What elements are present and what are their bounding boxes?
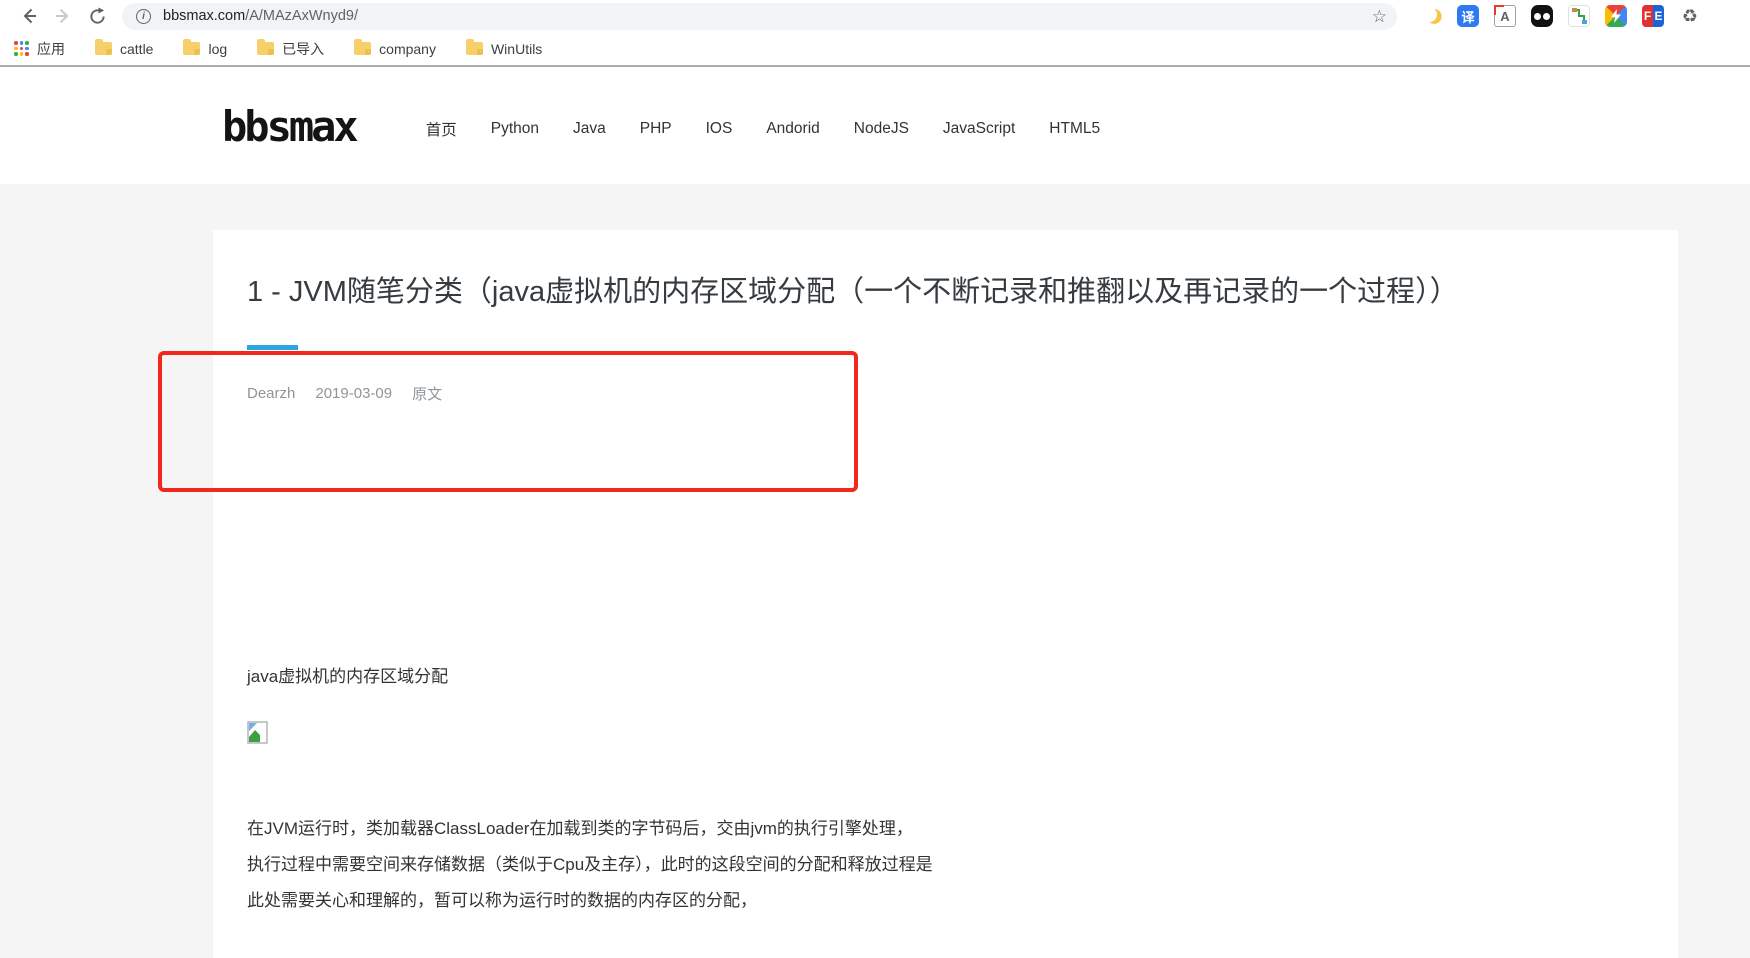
- extension-row: 译 A F E ♻: [1418, 0, 1750, 32]
- bolt-icon: [1610, 9, 1622, 23]
- folder-icon: [466, 42, 483, 55]
- article-card: 1 - JVM随笔分类（java虚拟机的内存区域分配（一个不断记录和推翻以及再记…: [213, 230, 1678, 958]
- bookmark-star-icon[interactable]: ☆: [1372, 8, 1387, 25]
- recycle-extension-icon[interactable]: ♻: [1679, 5, 1701, 27]
- folder-icon: [95, 42, 112, 55]
- page-background: 1 - JVM随笔分类（java虚拟机的内存区域分配（一个不断记录和推翻以及再记…: [0, 184, 1750, 958]
- nav-item-home[interactable]: 首页: [426, 118, 457, 140]
- article-paragraph: 在JVM运行时，类加载器ClassLoader在加载到类的字节码后，交由jvm的…: [247, 811, 1638, 919]
- browser-toolbar: i bbsmax.com/A/MAzAxWnyd9/ ☆ 译 A: [0, 0, 1750, 32]
- back-arrow-icon: [19, 6, 39, 26]
- fe-left-letter: F: [1642, 5, 1653, 27]
- folder-icon: [354, 42, 371, 55]
- url-text[interactable]: bbsmax.com/A/MAzAxWnyd9/: [163, 8, 1372, 24]
- bookmark-folder-label: 已导入: [282, 39, 324, 59]
- nav-item-php[interactable]: PHP: [640, 120, 672, 138]
- page-info-icon[interactable]: i: [136, 9, 151, 24]
- moon-icon: [1420, 5, 1438, 23]
- site-logo[interactable]: bbsmax: [222, 102, 356, 151]
- reload-icon: [88, 7, 107, 26]
- bookmark-folder-winutils[interactable]: WinUtils: [466, 41, 542, 57]
- clipped-extension-icon[interactable]: [1716, 5, 1727, 27]
- paragraph-line: 执行过程中需要空间来存储数据（类似于Cpu及主存），此时的这段空间的分配和释放过…: [247, 847, 1638, 883]
- bookmark-folder-company[interactable]: company: [354, 41, 436, 57]
- nav-item-nodejs[interactable]: NodeJS: [854, 120, 909, 138]
- nav-item-javascript[interactable]: JavaScript: [943, 120, 1015, 138]
- nav-item-java[interactable]: Java: [573, 120, 606, 138]
- bookmark-folder-cattle[interactable]: cattle: [95, 41, 153, 57]
- chart-extension-icon[interactable]: [1568, 5, 1590, 27]
- bookmark-folder-label: WinUtils: [491, 41, 542, 57]
- apps-shortcut[interactable]: 应用: [14, 39, 65, 59]
- url-path: /A/MAzAxWnyd9/: [245, 8, 358, 24]
- forward-arrow-icon: [53, 6, 73, 26]
- site-nav: 首页 Python Java PHP IOS Andorid NodeJS Ja…: [426, 118, 1100, 140]
- address-bar[interactable]: i bbsmax.com/A/MAzAxWnyd9/ ☆: [122, 3, 1397, 30]
- bookmark-folder-label: cattle: [120, 41, 153, 57]
- nav-item-html5[interactable]: HTML5: [1049, 120, 1100, 138]
- bookmark-folder-log[interactable]: log: [183, 41, 227, 57]
- bookmark-folder-label: log: [208, 41, 227, 57]
- red-annotation-box: [158, 351, 858, 492]
- nav-item-ios[interactable]: IOS: [706, 120, 733, 138]
- broken-image-icon: [247, 721, 268, 744]
- bookmark-folder-imported[interactable]: 已导入: [257, 39, 324, 59]
- flowchart-icon: [1570, 7, 1588, 25]
- bookmark-folder-label: company: [379, 41, 436, 57]
- section-heading: java虚拟机的内存区域分配: [247, 662, 1638, 687]
- forward-button[interactable]: [46, 2, 80, 30]
- dark-mode-extension-icon[interactable]: [1420, 5, 1442, 27]
- site-header: bbsmax 首页 Python Java PHP IOS Andorid No…: [0, 69, 1750, 184]
- nav-item-python[interactable]: Python: [491, 120, 539, 138]
- lightning-extension-icon[interactable]: [1605, 5, 1627, 27]
- folder-icon: [183, 42, 200, 55]
- a-extension-icon[interactable]: A: [1494, 5, 1516, 27]
- paragraph-line: 此处需要关心和理解的，暂可以称为运行时的数据的内存区的分配，: [247, 883, 1638, 919]
- back-button[interactable]: [12, 2, 46, 30]
- folder-icon: [257, 42, 274, 55]
- url-host: bbsmax.com: [163, 8, 245, 24]
- two-dots-extension-icon[interactable]: [1531, 5, 1553, 27]
- reload-button[interactable]: [80, 2, 114, 30]
- fe-helper-extension-icon[interactable]: F E: [1642, 5, 1664, 27]
- translate-extension-icon[interactable]: 译: [1457, 5, 1479, 27]
- browser-window: i bbsmax.com/A/MAzAxWnyd9/ ☆ 译 A: [0, 0, 1750, 958]
- article-title: 1 - JVM随笔分类（java虚拟机的内存区域分配（一个不断记录和推翻以及再记…: [247, 272, 1638, 313]
- title-accent-bar: [247, 345, 298, 350]
- apps-grid-icon: [14, 41, 29, 56]
- fe-right-letter: E: [1653, 5, 1664, 27]
- paragraph-line: 在JVM运行时，类加载器ClassLoader在加载到类的字节码后，交由jvm的…: [247, 811, 1638, 847]
- apps-label: 应用: [37, 39, 65, 59]
- nav-item-android[interactable]: Andorid: [766, 120, 819, 138]
- bookmarks-bar: 应用 cattle log 已导入 company WinUtils: [0, 32, 1750, 67]
